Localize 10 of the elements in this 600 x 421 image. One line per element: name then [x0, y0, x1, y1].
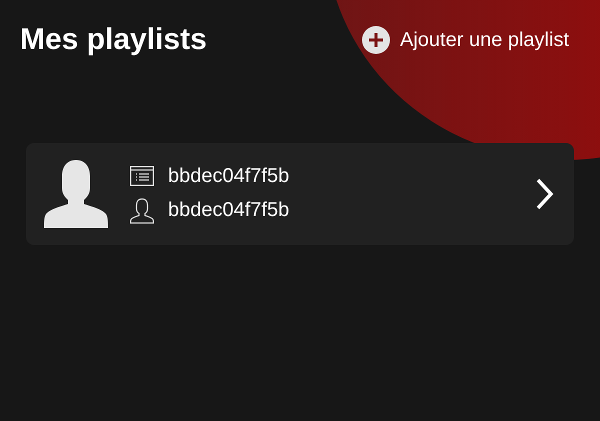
user-icon: [130, 198, 154, 224]
page-title: Mes playlists: [20, 23, 207, 57]
playlist-card[interactable]: bbdec04f7f5b bbdec04f7f5b: [26, 143, 574, 245]
plus-icon: [362, 26, 390, 54]
add-playlist-button[interactable]: Ajouter une playlist: [362, 26, 569, 54]
list-icon: [130, 166, 154, 186]
owner-name: bbdec04f7f5b: [168, 199, 290, 222]
chevron-right-icon[interactable]: [536, 178, 554, 210]
playlist-name: bbdec04f7f5b: [168, 164, 290, 188]
avatar-icon: [44, 160, 108, 228]
